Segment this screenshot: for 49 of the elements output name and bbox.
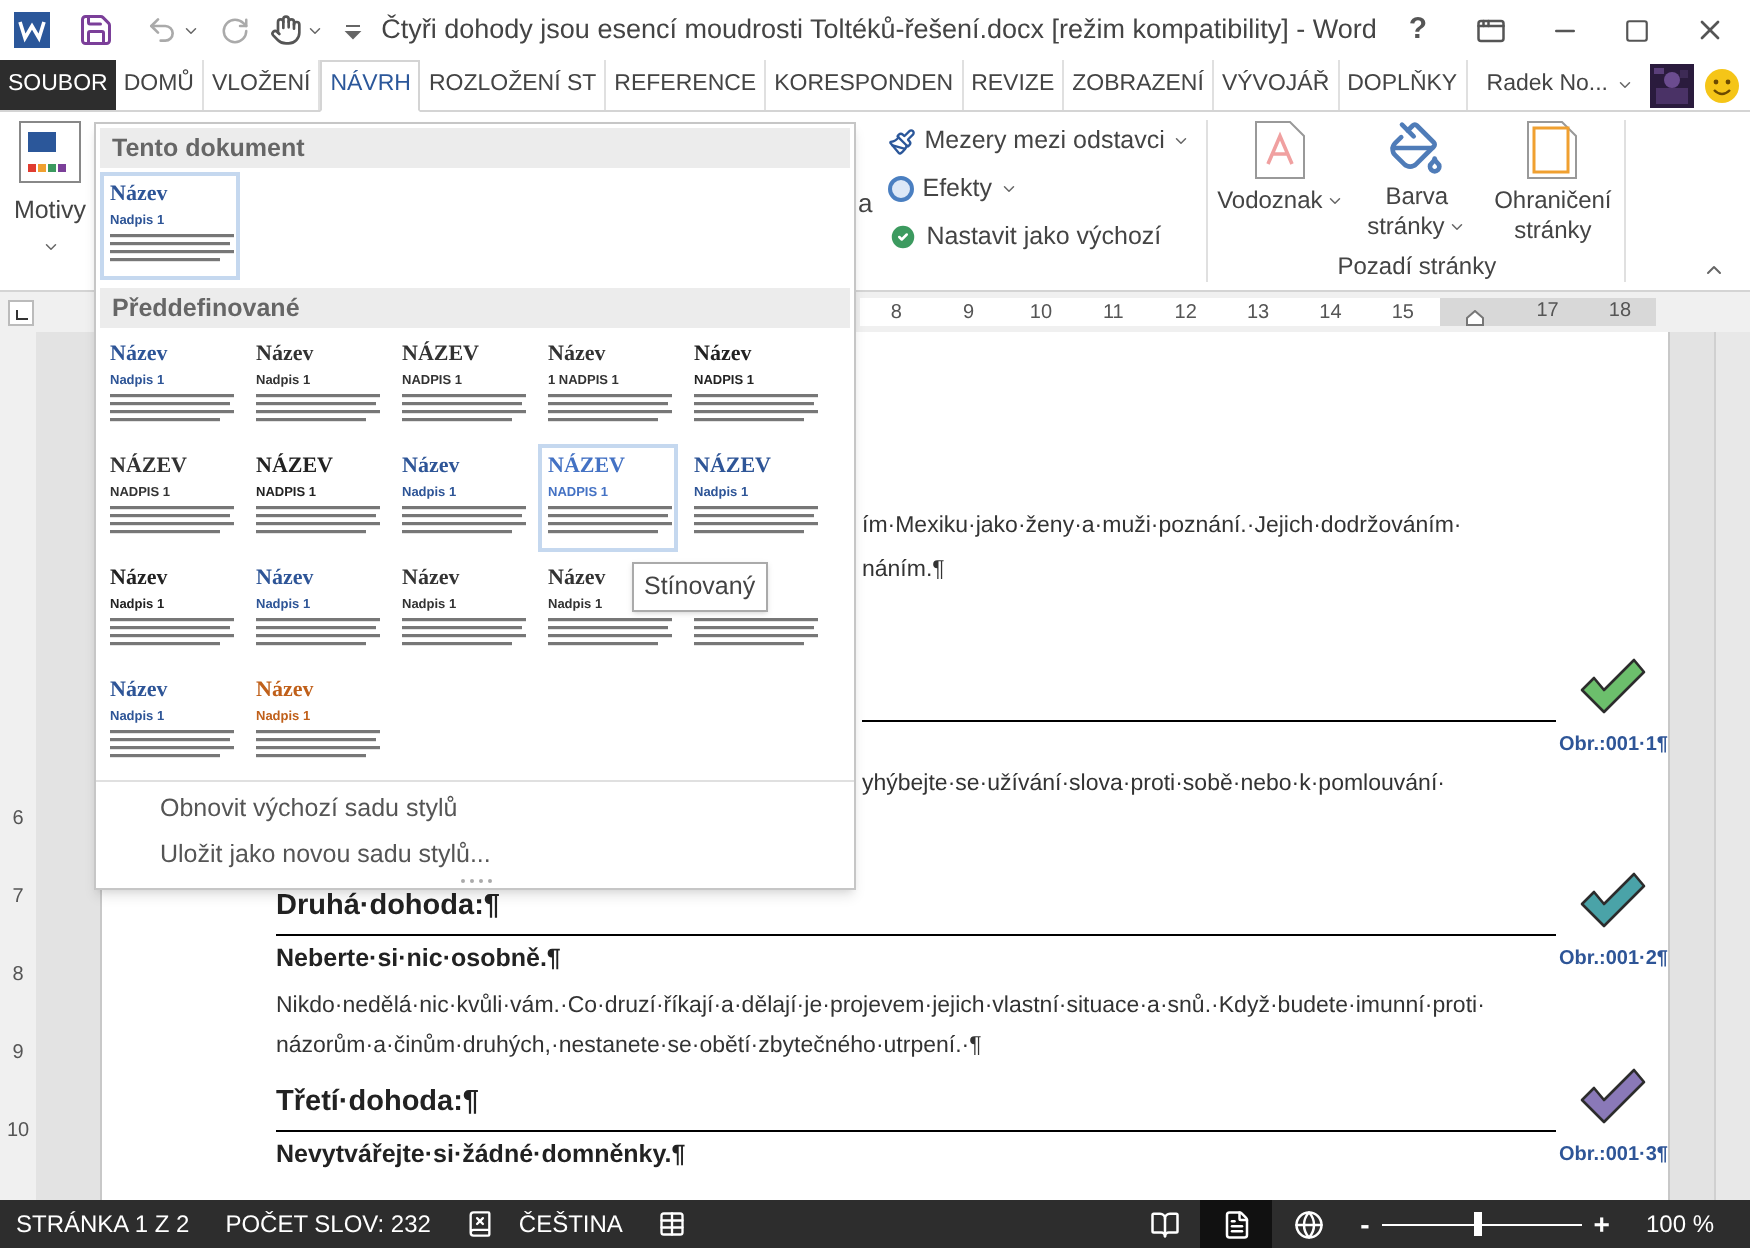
thumbnail-title: NÁZEV	[256, 452, 334, 480]
ruler-number: 11	[1100, 299, 1126, 327]
thumbnail-title: NÁZEV	[694, 452, 772, 480]
thumbnail-title: Název	[110, 180, 168, 208]
ruler-number: 15	[1389, 299, 1416, 327]
figure-caption: Obr.:001·3¶	[1559, 1141, 1668, 1169]
thumbnail-title: Název	[694, 340, 752, 368]
ruler-number: 14	[1317, 299, 1344, 327]
thumbnail-title: Název	[256, 564, 314, 592]
thumbnail-title: Název	[256, 676, 314, 704]
ruler-number: 17	[1511, 298, 1584, 326]
ruler-number: 13	[1244, 299, 1272, 327]
thumbnail-title: Název	[110, 676, 168, 704]
body-paragraph: Nikdo·nedělá·nic·kvůli·vám.·Co·druzí·říkají·a·dělají·je·projevem·jejich·vlastní·situace·a·snů.·Když·budete·imunní·proti·názorům·a·činům·druhých,·nestanete·se·obětí·zbytečného·utrpení.·¶	[276, 991, 1487, 1062]
window-title: Čtyři dohody jsou esencí moudrosti Toltéků-řešení.docx [režim kompatibility] - Word	[379, 11, 1379, 48]
thumbnail-title: Název	[548, 564, 606, 592]
thumbnail-title: Název	[110, 340, 168, 368]
section-header: Tento dokument	[100, 128, 850, 168]
thumbnail-title: Název	[110, 564, 168, 592]
ruler-number: 8	[12, 962, 24, 990]
thumbnail-title: Název	[256, 340, 314, 368]
ruler-number: 10	[6, 1118, 30, 1146]
thumbnail-title: NÁZEV	[548, 452, 626, 480]
ribbon-label-fragment: a	[858, 186, 873, 222]
section-header: Předdefinované	[100, 288, 850, 328]
ruler-number: 12	[1172, 299, 1199, 327]
subheading: Nevytvářejte·si·žádné·domněnky.¶	[276, 1137, 686, 1172]
ruler-number: 10	[1027, 299, 1055, 327]
tooltip: Stínovaný	[632, 562, 768, 612]
ruler-number: 18	[1583, 298, 1657, 326]
thumbnail-title: Název	[548, 340, 606, 368]
paragraph-fragment: náním.¶	[862, 556, 947, 586]
paragraph-fragment: ím·Mexiku·jako·ženy·a·muži·poznání.·Jejich·dodržováním·	[862, 512, 1464, 542]
figure-caption: Obr.:001·2¶	[1559, 945, 1668, 973]
subheading: Neberte·si·nic·osobně.¶	[276, 941, 561, 976]
thumbnail-title: Název	[402, 564, 460, 592]
ruler-number: 7	[12, 884, 24, 912]
paragraph-fragment: yhýbejte·se·užívání·slova·proti·sobě·nebo·k·pomlouvání·	[862, 770, 1447, 800]
thumbnail-title: NÁZEV	[110, 452, 188, 480]
thumbnail-title: NÁZEV	[402, 340, 480, 368]
ruler-number: 9	[961, 299, 977, 327]
group-label: Pozadí stránky	[1337, 250, 1497, 284]
section-heading: Třetí·dohoda:¶	[276, 1084, 479, 1123]
ruler-number: 8	[888, 299, 904, 327]
ruler-number: 6	[12, 806, 24, 834]
ruler-number: 9	[12, 1040, 24, 1068]
section-heading: Druhá·dohoda:¶	[276, 888, 500, 927]
thumbnail-title: Název	[402, 452, 460, 480]
figure-caption: Obr.:001·1¶	[1559, 731, 1668, 759]
